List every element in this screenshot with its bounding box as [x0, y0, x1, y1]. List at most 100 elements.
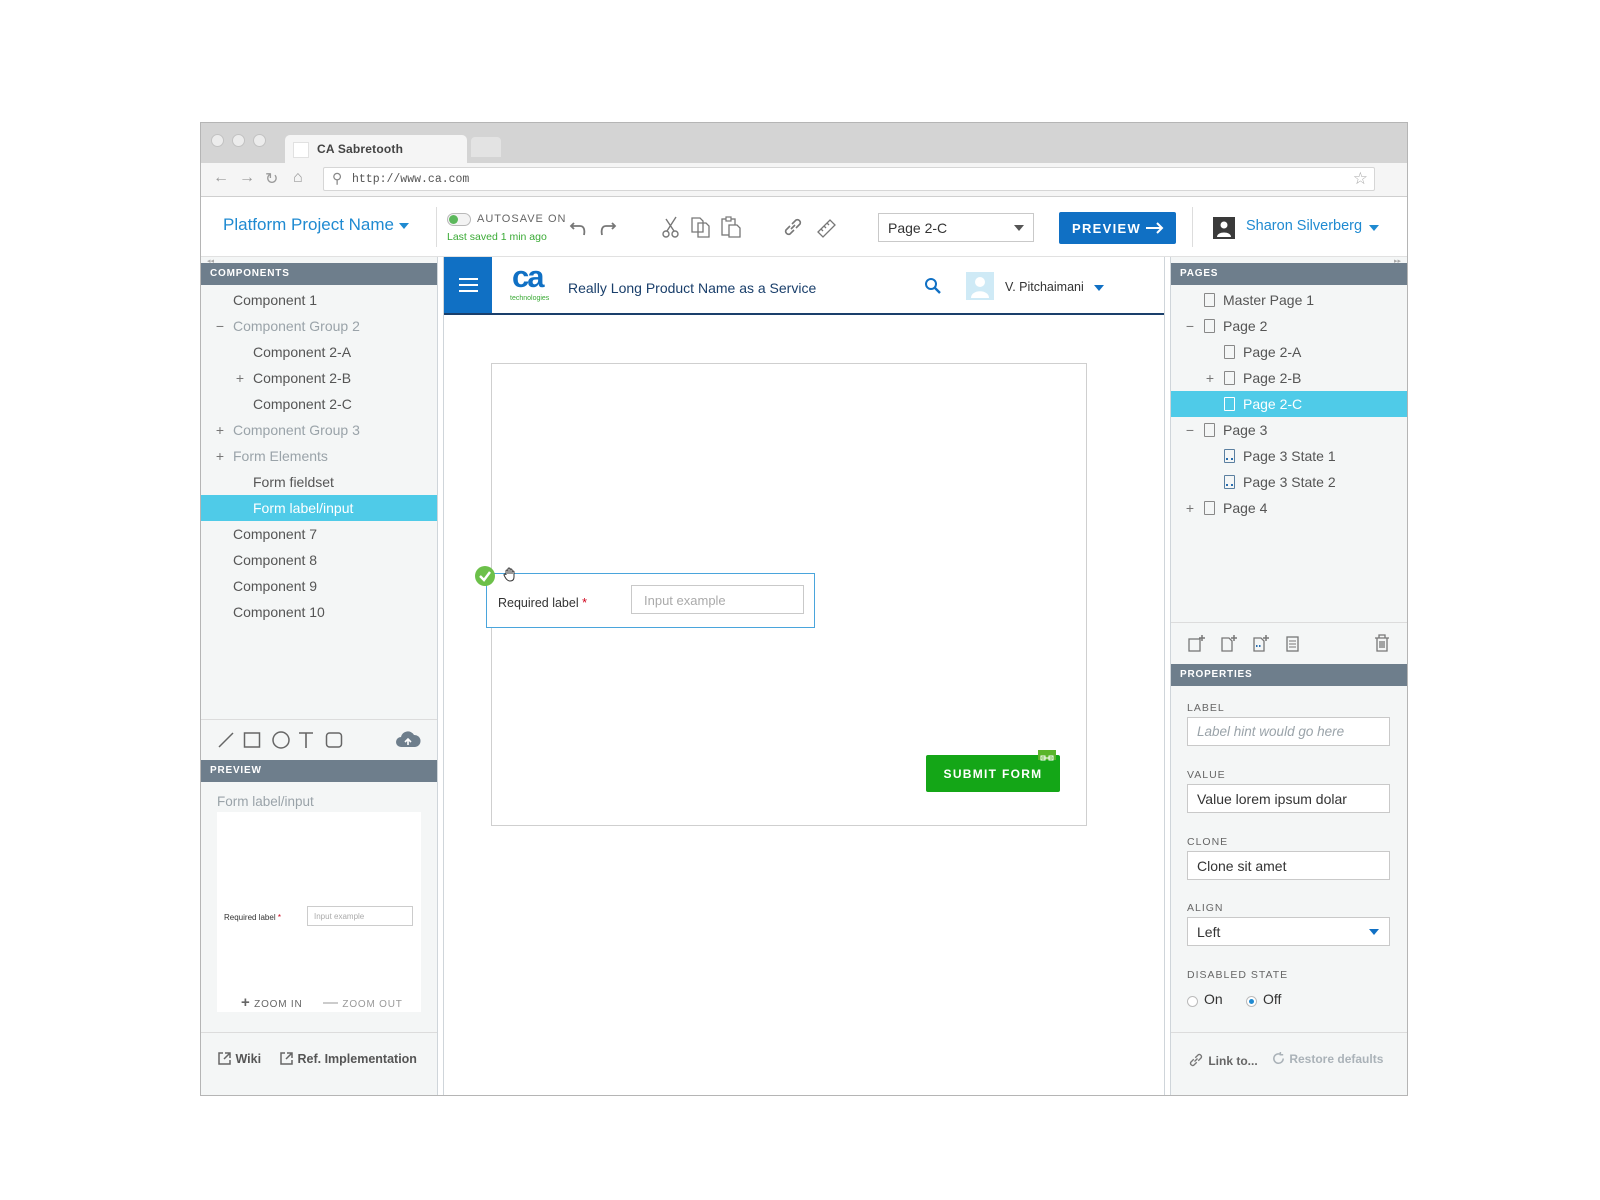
- autosave-toggle[interactable]: [447, 213, 471, 226]
- page-tree-item[interactable]: Page 2-A: [1171, 339, 1407, 365]
- add-state-icon[interactable]: [1251, 633, 1271, 653]
- page-tree-item[interactable]: Page 3 State 2: [1171, 469, 1407, 495]
- expand-icon[interactable]: +: [1203, 365, 1217, 391]
- collapse-icon[interactable]: −: [1183, 417, 1197, 443]
- ref-implementation-link[interactable]: Ref. Implementation: [279, 1051, 417, 1066]
- duplicate-page-icon[interactable]: [1283, 633, 1303, 653]
- artboard[interactable]: Required label * Input example SUBMIT FO…: [475, 363, 1087, 826]
- component-tree-item[interactable]: Form label/input: [201, 495, 437, 521]
- add-page-icon[interactable]: [1219, 633, 1239, 653]
- hamburger-menu-icon[interactable]: [444, 257, 492, 313]
- value-field[interactable]: Value lorem ipsum dolar: [1187, 784, 1390, 813]
- disabled-on-radio[interactable]: [1187, 996, 1198, 1007]
- page-tools: [1171, 622, 1407, 662]
- collapse-icon[interactable]: −: [1183, 313, 1197, 339]
- link-to-label: Link to...: [1208, 1054, 1258, 1068]
- expand-icon[interactable]: +: [1183, 495, 1197, 521]
- redo-icon[interactable]: [593, 213, 621, 241]
- header-user-menu[interactable]: V. Pitchaimani: [1005, 280, 1084, 294]
- component-tree-item[interactable]: Component 2-C: [201, 391, 437, 417]
- home-icon[interactable]: ⌂: [293, 169, 303, 187]
- component-tree-label: Component Group 2: [233, 318, 360, 334]
- selected-form-component[interactable]: Required label * Input example: [475, 566, 815, 628]
- maximize-window-dot[interactable]: [253, 134, 266, 147]
- component-tree-item[interactable]: Component 10: [201, 599, 437, 625]
- close-window-dot[interactable]: [211, 134, 224, 147]
- avatar[interactable]: [1213, 217, 1235, 239]
- forward-arrow-icon[interactable]: →: [239, 169, 255, 187]
- page-tree-item[interactable]: + Page 2-B: [1171, 365, 1407, 391]
- add-master-page-icon[interactable]: [1187, 633, 1207, 653]
- disabled-off-radio[interactable]: [1246, 996, 1257, 1007]
- component-tree-item[interactable]: Form fieldset: [201, 469, 437, 495]
- expand-icon[interactable]: +: [213, 417, 227, 443]
- ruler-icon[interactable]: [813, 213, 841, 241]
- avatar[interactable]: [966, 272, 994, 300]
- draw-tools: [201, 719, 437, 759]
- page-tree-item[interactable]: − Page 2: [1171, 313, 1407, 339]
- text-tool-icon[interactable]: [297, 730, 315, 750]
- circle-tool-icon[interactable]: [271, 730, 291, 750]
- restore-defaults-button[interactable]: Restore defaults: [1271, 1051, 1383, 1066]
- line-tool-icon[interactable]: [217, 731, 235, 749]
- page-tree-item[interactable]: − Page 3: [1171, 417, 1407, 443]
- user-menu[interactable]: Sharon Silverberg: [1246, 218, 1362, 234]
- trash-icon[interactable]: [1373, 633, 1391, 653]
- drag-hand-icon[interactable]: [502, 566, 518, 582]
- preview-panel: PREVIEW Form label/input Required label …: [201, 760, 437, 1032]
- zoom-out-label: ZOOM OUT: [342, 999, 403, 1010]
- component-tree-item[interactable]: Component 9: [201, 573, 437, 599]
- external-link-icon: [280, 1052, 293, 1065]
- preview-button[interactable]: PREVIEW: [1059, 212, 1176, 244]
- link-icon[interactable]: [779, 213, 807, 241]
- expand-icon[interactable]: +: [213, 443, 227, 469]
- label-field[interactable]: Label hint would go here: [1187, 717, 1390, 746]
- rounded-rect-tool-icon[interactable]: [325, 731, 343, 749]
- cloud-upload-icon[interactable]: [395, 729, 421, 751]
- url-field[interactable]: ⚲ http://www.ca.com ☆: [323, 167, 1375, 191]
- copy-icon[interactable]: [687, 213, 715, 241]
- page-select[interactable]: Page 2-C: [878, 213, 1034, 242]
- align-select[interactable]: Left: [1187, 917, 1390, 946]
- link-to-button[interactable]: Link to...: [1187, 1051, 1258, 1069]
- page-tree-item[interactable]: Page 3 State 1: [1171, 443, 1407, 469]
- undo-icon[interactable]: [565, 213, 593, 241]
- cut-icon[interactable]: [657, 213, 685, 241]
- component-tree-item[interactable]: + Form Elements: [201, 443, 437, 469]
- component-tree-item[interactable]: Component 7: [201, 521, 437, 547]
- rectangle-tool-icon[interactable]: [243, 731, 261, 749]
- chevron-down-icon[interactable]: [1094, 285, 1104, 291]
- paste-icon[interactable]: [717, 213, 745, 241]
- submit-form-button[interactable]: SUBMIT FORM: [926, 750, 1060, 792]
- form-input[interactable]: Input example: [631, 585, 804, 614]
- expand-icon[interactable]: +: [233, 365, 247, 391]
- zoom-out-button[interactable]: — ZOOM OUT: [323, 994, 403, 1011]
- component-tree-item[interactable]: Component 1: [201, 287, 437, 313]
- chevron-down-icon[interactable]: [1369, 225, 1379, 231]
- component-tree-item[interactable]: − Component Group 2: [201, 313, 437, 339]
- collapse-icon[interactable]: −: [213, 313, 227, 339]
- clone-field[interactable]: Clone sit amet: [1187, 851, 1390, 880]
- page-tree-item[interactable]: Master Page 1: [1171, 287, 1407, 313]
- design-canvas[interactable]: ca technologies Really Long Product Name…: [443, 257, 1165, 1095]
- browser-tab[interactable]: CA Sabretooth: [285, 135, 467, 163]
- component-tree-item[interactable]: Component 2-A: [201, 339, 437, 365]
- project-name-dropdown[interactable]: Platform Project Name: [223, 215, 394, 235]
- zoom-in-button[interactable]: + ZOOM IN: [241, 994, 303, 1011]
- reload-icon[interactable]: ↻: [265, 169, 278, 189]
- component-tree-item[interactable]: + Component 2-B: [201, 365, 437, 391]
- new-tab-button[interactable]: [471, 137, 501, 157]
- page-icon: [1204, 423, 1215, 437]
- chevron-down-icon[interactable]: [399, 223, 409, 229]
- component-tree-item[interactable]: Component 8: [201, 547, 437, 573]
- minimize-window-dot[interactable]: [232, 134, 245, 147]
- component-tree-item[interactable]: + Component Group 3: [201, 417, 437, 443]
- wiki-link[interactable]: Wiki: [217, 1051, 261, 1066]
- back-arrow-icon[interactable]: ←: [213, 169, 229, 187]
- preview-thumb-label: Required label *: [224, 913, 281, 922]
- page-tree-item[interactable]: Page 2-C: [1171, 391, 1407, 417]
- bookmark-star-icon[interactable]: ☆: [1353, 169, 1368, 189]
- page-tree-item[interactable]: + Page 4: [1171, 495, 1407, 521]
- plus-icon: +: [241, 994, 251, 1011]
- search-icon[interactable]: [924, 277, 942, 295]
